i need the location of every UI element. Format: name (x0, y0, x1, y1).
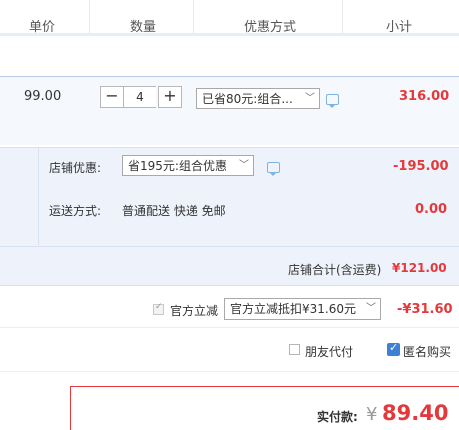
payment-label: 实付款: (317, 410, 358, 424)
quantity-input[interactable]: 4 (124, 86, 156, 108)
product-discount-select-value: 已省80元:组合... (202, 92, 293, 106)
chevron-down-icon: ﹀ (239, 160, 249, 171)
chat-icon[interactable] (267, 162, 280, 176)
official-discount-select-value: 官方立减抵扣¥31.60元 (230, 302, 356, 316)
payment-amount: 89.40 (382, 401, 449, 425)
divider (0, 327, 459, 328)
anonymous-purchase-label: 匿名购买 (403, 345, 452, 359)
friend-pay-checkbox[interactable] (289, 344, 300, 355)
shop-discount-select-value: 省195元:组合优惠 (128, 159, 227, 173)
quantity-increase-button[interactable]: + (158, 86, 182, 108)
shop-discount-label: 店铺优惠: (49, 161, 102, 175)
header-divider (193, 0, 194, 33)
official-discount-checkbox[interactable] (153, 302, 164, 315)
header-divider (89, 0, 90, 33)
chevron-down-icon: ﹀ (305, 93, 315, 104)
header-divider-line (0, 33, 459, 36)
header-divider (342, 0, 343, 33)
chevron-down-icon: ﹀ (366, 303, 376, 314)
shop-discount-select[interactable]: 省195元:组合优惠 ﹀ (122, 155, 254, 176)
friend-pay-label: 朋友代付 (305, 345, 354, 359)
shop-total-label: 店铺合计(含运费) (288, 263, 382, 277)
official-discount-select[interactable]: 官方立减抵扣¥31.60元 ﹀ (224, 298, 381, 320)
shipping-label: 运送方式: (49, 204, 102, 218)
unit-price: 99.00 (24, 89, 62, 104)
shop-total-value: ¥121.00 (392, 261, 447, 275)
payment-currency: ¥ (366, 404, 378, 425)
shipping-method: 普通配送 快递 免邮 (122, 204, 226, 218)
chat-icon[interactable] (326, 94, 339, 108)
product-row (0, 76, 459, 145)
shop-discount-value: -195.00 (393, 159, 449, 174)
quantity-stepper: − 4 + (100, 86, 182, 108)
shipping-fee: 0.00 (415, 202, 448, 217)
official-discount-label: 官方立减 (170, 304, 219, 318)
divider (0, 371, 459, 372)
shop-total-row (0, 246, 459, 286)
official-discount-value: -¥31.60 (397, 302, 453, 317)
quantity-decrease-button[interactable]: − (100, 86, 124, 108)
product-discount-select[interactable]: 已省80元:组合... ﹀ (196, 88, 320, 109)
product-subtotal: 316.00 (399, 89, 450, 104)
anonymous-purchase-checkbox[interactable] (387, 341, 400, 356)
